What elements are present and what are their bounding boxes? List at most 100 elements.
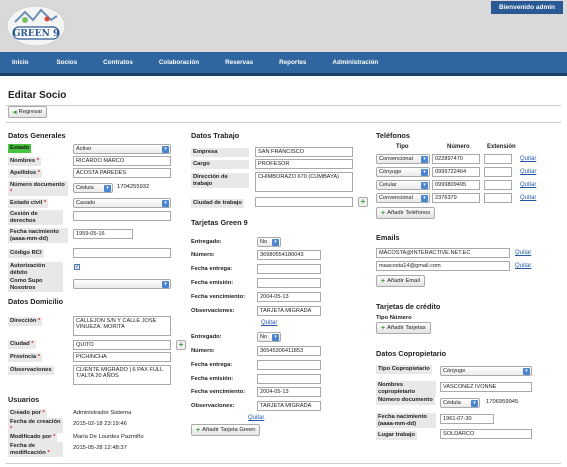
phone-type-select[interactable]: Convencional ▾: [376, 193, 430, 203]
section-generales-title: Datos Generales: [8, 131, 66, 140]
add-email-button[interactable]: + Añadir Email: [376, 275, 425, 287]
obs-card-field-1[interactable]: TARJETA MIGRADA: [257, 306, 321, 316]
phone-number-field[interactable]: 0999809495: [432, 180, 480, 190]
fmod-label: Fecha de modificación *: [8, 442, 63, 458]
copro-fechanac-field[interactable]: 1961-07-30: [440, 414, 494, 424]
phone-type-select[interactable]: Celular ▾: [376, 180, 430, 190]
femision-field-2[interactable]: [257, 374, 321, 384]
phone-number-field[interactable]: 2376379: [432, 193, 480, 203]
welcome-user-badge[interactable]: Bienvenido admin: [491, 1, 563, 14]
nav-administracion[interactable]: Administración: [332, 59, 378, 66]
fvenc-field-1[interactable]: 2004-05-13: [257, 292, 321, 302]
nombres-field[interactable]: RICARDO MARCO: [73, 156, 171, 166]
estadocivil-select[interactable]: Casado ▾: [73, 198, 171, 208]
phone-number-field[interactable]: 0999722464: [432, 167, 480, 177]
autdeb-checkbox[interactable]: ✓: [74, 264, 80, 270]
phone-type-select[interactable]: Cónyuge ▾: [376, 167, 430, 177]
copro-nombres-label: Nombres copropietario: [376, 381, 436, 397]
dirtrabajo-label: Dirección de trabajo: [191, 173, 249, 189]
remove-phone-link[interactable]: Quitar: [520, 156, 536, 162]
email-field[interactable]: maacosta14@gmail.com: [376, 261, 510, 271]
remove-email-link[interactable]: Quitar: [515, 250, 531, 256]
nav-socios[interactable]: Socios: [56, 59, 77, 66]
add-city-button[interactable]: +: [176, 340, 186, 350]
provincia-field[interactable]: PICHINCHA: [73, 352, 171, 362]
entregado-select-1[interactable]: No ▾: [257, 237, 281, 247]
col-tipo: Tipo: [396, 144, 409, 150]
phone-ext-field[interactable]: [484, 154, 512, 164]
nav-colaboracion[interactable]: Colaboración: [159, 59, 199, 66]
section-usuarios-title: Usuarios: [8, 395, 40, 404]
remove-phone-link[interactable]: Quitar: [520, 195, 536, 201]
col-extension: Extensión: [487, 144, 516, 150]
add-phone-button[interactable]: + Añadir Teléfonos: [376, 207, 436, 219]
phone-ext-field[interactable]: [484, 193, 512, 203]
chevron-down-icon: ▾: [162, 200, 169, 207]
estado-select[interactable]: Activo ▾: [73, 144, 171, 154]
ciudad-field[interactable]: QUITO: [73, 340, 171, 350]
plus-icon: +: [381, 277, 386, 285]
entregado-select-2[interactable]: No ▾: [257, 332, 281, 342]
nav-contratos[interactable]: Contratos: [103, 59, 133, 66]
phone-type-select[interactable]: Convencional ▾: [376, 154, 430, 164]
chevron-down-icon: ▾: [272, 334, 279, 341]
obs-card-field-2[interactable]: TARJETA MIGRADA: [257, 401, 321, 411]
copro-doc-type-select[interactable]: Cédula ▾: [440, 398, 480, 408]
cesion-field[interactable]: [73, 211, 171, 221]
provincia-label: Provincia *: [8, 353, 42, 362]
rci-field[interactable]: [73, 248, 171, 258]
rci-label: Código RCI: [8, 249, 44, 258]
copro-tipo-select[interactable]: Cónyuge ▾: [440, 366, 532, 376]
ciudadtrabajo-field[interactable]: [255, 197, 353, 207]
chevron-down-icon: ▾: [104, 185, 111, 192]
chevron-down-icon: ▾: [421, 156, 428, 163]
back-button[interactable]: ◂ Regresar: [8, 106, 48, 118]
add-credit-card-button[interactable]: + Añadir Tarjetas: [376, 322, 431, 334]
chevron-down-icon: ▾: [421, 195, 428, 202]
obs-card-label: Observaciones:: [191, 403, 235, 409]
creado-label: Creado por *: [8, 409, 47, 418]
plus-icon: +: [381, 209, 386, 217]
email-field[interactable]: MACOSTA@INTERACTIVE.NET.EC: [376, 248, 510, 258]
femision-label: Fecha emisión:: [191, 376, 234, 382]
remove-card-2-link[interactable]: Quitar: [248, 415, 264, 421]
remove-phone-link[interactable]: Quitar: [520, 182, 536, 188]
remove-card-1-link[interactable]: Quitar: [261, 320, 277, 326]
ciudad-label: Ciudad *: [8, 340, 36, 349]
obs-label: Observaciones: [8, 366, 54, 375]
chevron-down-icon: ▾: [421, 182, 428, 189]
fechanac-field[interactable]: 1959-05-16: [73, 229, 133, 239]
copro-trabajo-field[interactable]: SOLDARCO: [440, 429, 532, 439]
copro-numdoc-value[interactable]: 1706959945: [486, 399, 518, 405]
copro-nombres-field[interactable]: VASCONEZ IVONNE: [440, 382, 532, 392]
fvenc-field-2[interactable]: 2004-05-13: [257, 387, 321, 397]
comosupo-select[interactable]: ▾: [73, 279, 171, 289]
obs-field[interactable]: CLIENTE MIGRADO | 6 PAX FULL T/ALTA 20 A…: [73, 365, 171, 385]
remove-phone-link[interactable]: Quitar: [520, 169, 536, 175]
add-green-card-button[interactable]: + Añadir Tarjeta Green: [191, 424, 261, 436]
phone-number-field[interactable]: 022897470: [432, 154, 480, 164]
doc-type-select[interactable]: Cédula ▾: [73, 183, 113, 193]
femision-field-1[interactable]: [257, 278, 321, 288]
dirtrabajo-field[interactable]: CHIMBORAZO 670 (CUMBAYA): [255, 172, 353, 192]
green9-logo[interactable]: GREEN 9: [5, 2, 67, 48]
nav-reportes[interactable]: Reportes: [279, 59, 306, 66]
fentrega-field-2[interactable]: [257, 360, 321, 370]
nav-inicio[interactable]: Inicio: [12, 59, 28, 66]
card-number-1[interactable]: 36980554180043: [257, 250, 321, 260]
apellidos-field[interactable]: ACOSTA PAREDES: [73, 168, 171, 178]
add-workcity-button[interactable]: +: [358, 197, 368, 207]
phone-ext-field[interactable]: [484, 167, 512, 177]
ciudadtrabajo-label: Ciudad de trabajo: [191, 199, 244, 208]
numero-label: Número:: [191, 348, 215, 354]
empresa-field[interactable]: SAN FRANCISCO: [255, 147, 353, 157]
card-number-2[interactable]: 36545306411853: [257, 346, 321, 356]
numdoc-value[interactable]: 1704255932: [117, 184, 149, 190]
nav-reservas[interactable]: Reservas: [225, 59, 253, 66]
fentrega-field-1[interactable]: [257, 264, 321, 274]
empresa-label: Empresa: [191, 148, 249, 157]
remove-email-link[interactable]: Quitar: [515, 263, 531, 269]
phone-ext-field[interactable]: [484, 180, 512, 190]
direccion-field[interactable]: CALLEJON S/N Y CALLE JOSE VINUEZA. MORIT…: [73, 316, 171, 336]
cargo-field[interactable]: PROFESOR: [255, 159, 353, 169]
